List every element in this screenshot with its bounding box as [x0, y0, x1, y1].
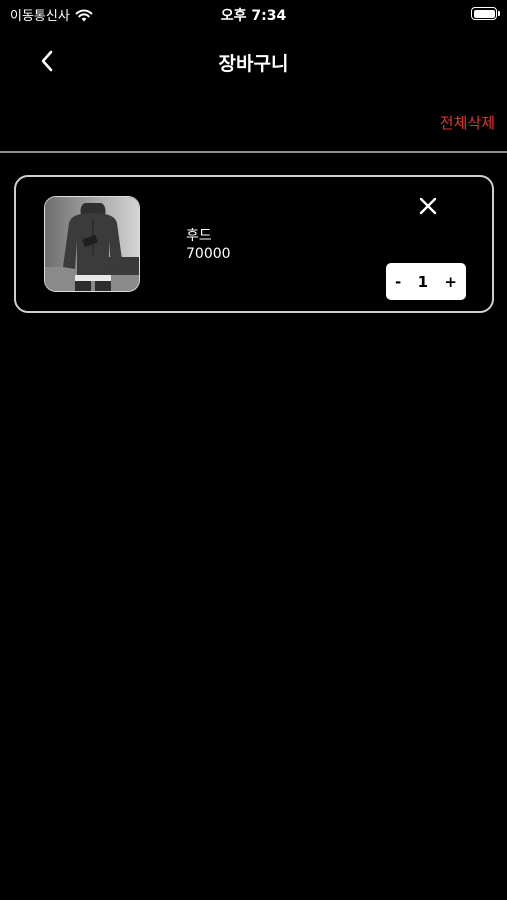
status-time: 오후 7:34	[220, 8, 287, 24]
product-thumbnail[interactable]	[44, 196, 140, 292]
product-price: 70000	[186, 246, 231, 262]
product-name: 후드	[186, 228, 212, 244]
status-bar: 이동통신사 오후 7:34	[0, 0, 507, 28]
cart-item: 후드 70000 - 1 +	[14, 175, 494, 313]
quantity-value: 1	[417, 272, 429, 291]
remove-item-button[interactable]	[416, 194, 440, 218]
quantity-stepper: - 1 +	[386, 263, 466, 300]
navigation-bar: 장바구니	[0, 40, 507, 84]
delete-all-button[interactable]: 전체삭제	[440, 112, 495, 133]
battery-icon	[471, 7, 500, 20]
page-title: 장바구니	[218, 53, 289, 75]
decrement-button[interactable]: -	[395, 273, 401, 291]
battery-level	[473, 9, 495, 18]
header-divider	[0, 151, 507, 153]
increment-button[interactable]: +	[444, 273, 457, 291]
hoodie-photo	[45, 197, 139, 291]
close-icon	[419, 197, 437, 215]
